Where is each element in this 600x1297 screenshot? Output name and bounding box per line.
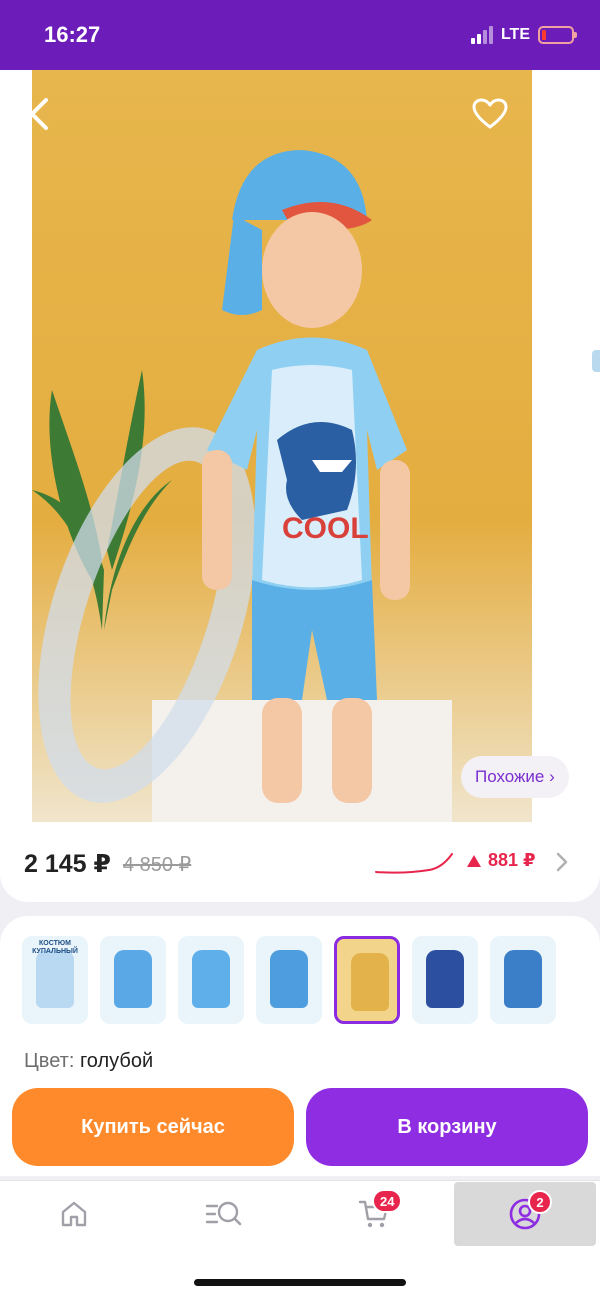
cart-count-badge: 24 bbox=[372, 1189, 403, 1213]
chevron-right-icon bbox=[556, 852, 568, 872]
catalog-search-icon bbox=[205, 1201, 242, 1226]
swimsuit-preview bbox=[114, 950, 152, 1008]
chevron-left-icon bbox=[30, 98, 48, 130]
variant-thumbnail[interactable] bbox=[100, 936, 166, 1024]
status-time: 16:27 bbox=[44, 22, 101, 47]
variant-thumbnail[interactable] bbox=[256, 936, 322, 1024]
share-icon bbox=[550, 95, 578, 129]
swimsuit-preview bbox=[270, 950, 308, 1008]
swimsuit-preview bbox=[426, 950, 464, 1008]
child-in-swimsuit-illustration: COOL bbox=[202, 150, 410, 803]
heart-icon bbox=[472, 98, 508, 129]
tab-cart[interactable]: 24 bbox=[314, 1181, 434, 1247]
price-current: 2 145 ₽ bbox=[24, 850, 111, 878]
next-image-peek bbox=[592, 350, 600, 372]
variant-thumbnail[interactable] bbox=[412, 936, 478, 1024]
product-photo[interactable]: COOL bbox=[32, 70, 532, 822]
variant-thumbnail[interactable] bbox=[490, 936, 556, 1024]
arrow-up-icon bbox=[467, 854, 481, 867]
variant-thumbnails: КОСТЮМ КУПАЛЬНЫЙ bbox=[22, 936, 556, 1024]
network-label: LTE bbox=[500, 26, 530, 43]
swimsuit-preview bbox=[192, 950, 230, 1008]
similar-products-button[interactable]: Похожие › bbox=[461, 756, 569, 798]
profile-notification-badge: 2 bbox=[528, 1190, 552, 1214]
swimsuit-preview bbox=[36, 950, 74, 1008]
home-icon bbox=[61, 1201, 87, 1227]
status-indicators: LTE bbox=[470, 26, 577, 44]
back-button[interactable] bbox=[16, 92, 60, 136]
tab-profile[interactable]: 2 bbox=[454, 1182, 596, 1246]
swimsuit-print-text: COOL bbox=[282, 512, 369, 545]
color-label: Цвет: bbox=[24, 1050, 75, 1072]
tab-home[interactable] bbox=[14, 1181, 134, 1247]
favorite-button[interactable] bbox=[468, 92, 512, 136]
price-row[interactable]: 2 145 ₽ 4 850 ₽ 881 ₽ bbox=[24, 846, 576, 882]
price-change: 881 ₽ bbox=[466, 850, 536, 871]
variant-thumbnail[interactable]: КОСТЮМ КУПАЛЬНЫЙ bbox=[22, 936, 88, 1024]
buy-now-button[interactable]: Купить сейчас bbox=[12, 1088, 294, 1166]
signal-icon bbox=[470, 26, 493, 44]
price-change-value: 881 ₽ bbox=[488, 850, 536, 870]
tab-catalog[interactable] bbox=[164, 1181, 284, 1247]
share-button[interactable] bbox=[542, 90, 586, 134]
variant-thumbnail[interactable] bbox=[178, 936, 244, 1024]
color-selection: Цвет: голубой bbox=[24, 1050, 153, 1073]
variant-thumbnail[interactable] bbox=[334, 936, 400, 1024]
swimsuit-preview bbox=[504, 950, 542, 1008]
swimsuit-preview bbox=[351, 953, 389, 1011]
home-indicator bbox=[194, 1279, 406, 1286]
product-hero: COOL Похожие › 2 145 ₽ 4 850 ₽ 881 ₽ bbox=[0, 70, 600, 902]
battery-icon bbox=[538, 26, 577, 44]
add-to-cart-button[interactable]: В корзину bbox=[306, 1088, 588, 1166]
color-value: голубой bbox=[79, 1050, 154, 1072]
status-bar: 16:27 LTE bbox=[0, 0, 600, 70]
price-old: 4 850 ₽ bbox=[122, 853, 192, 876]
variant-thumbnail-label: КОСТЮМ КУПАЛЬНЫЙ bbox=[32, 940, 78, 955]
price-trend-sparkline bbox=[375, 853, 453, 874]
